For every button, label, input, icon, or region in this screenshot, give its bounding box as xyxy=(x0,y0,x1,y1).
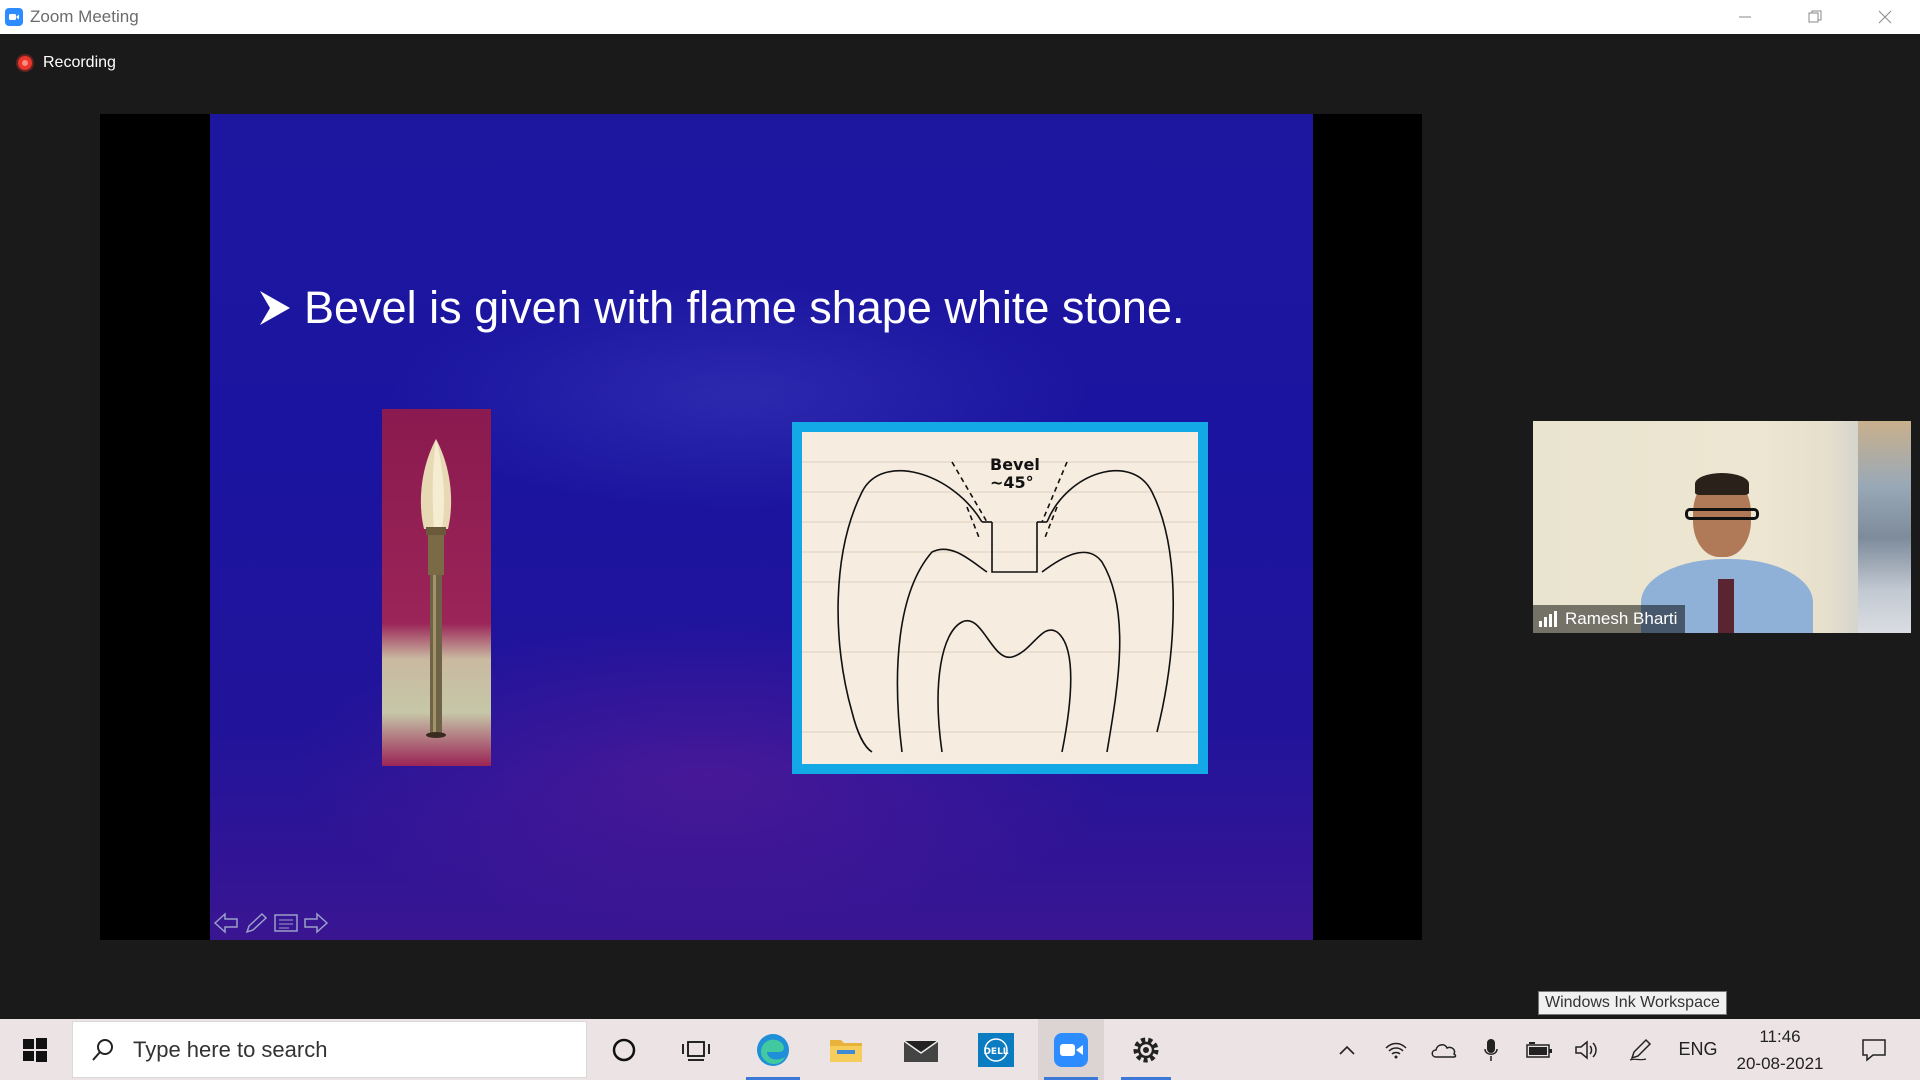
edge-icon[interactable] xyxy=(740,1019,806,1080)
task-view-icon[interactable] xyxy=(665,1019,727,1080)
search-placeholder: Type here to search xyxy=(133,1036,328,1062)
settings-icon[interactable] xyxy=(1115,1019,1177,1080)
taskbar-clock[interactable]: 11:46 20-08-2021 xyxy=(1725,1019,1835,1080)
dell-icon[interactable]: DELL xyxy=(965,1019,1027,1080)
person-glasses xyxy=(1685,508,1759,520)
microphone-icon[interactable] xyxy=(1476,1019,1506,1080)
zoom-icon xyxy=(5,8,23,26)
volume-icon[interactable] xyxy=(1570,1019,1604,1080)
tooth-diagram: Bevel ~45° xyxy=(802,432,1198,764)
next-slide-icon[interactable] xyxy=(302,910,330,936)
zoom-icon[interactable] xyxy=(1038,1019,1104,1080)
chevron-up-icon[interactable] xyxy=(1332,1019,1362,1080)
diagram-label-bevel: Bevel xyxy=(990,455,1040,474)
language-indicator[interactable]: ENG xyxy=(1670,1019,1726,1080)
windows-start-icon[interactable] xyxy=(0,1019,70,1080)
flame-stone-photo xyxy=(382,409,491,766)
slide-title: Bevel is given with flame shape white st… xyxy=(258,282,1184,334)
participant-name-tag: Ramesh Bharti xyxy=(1533,605,1686,633)
signal-strength-icon xyxy=(1539,611,1557,627)
mail-icon[interactable] xyxy=(890,1019,952,1080)
restore-button[interactable] xyxy=(1780,0,1850,34)
person-tie xyxy=(1718,579,1734,633)
language-label: ENG xyxy=(1678,1039,1718,1059)
cortana-icon[interactable] xyxy=(594,1019,654,1080)
recording-icon xyxy=(18,56,32,70)
wifi-icon[interactable] xyxy=(1380,1019,1412,1080)
file-explorer-icon[interactable] xyxy=(815,1019,877,1080)
minimize-button[interactable] xyxy=(1710,0,1780,34)
previous-slide-icon[interactable] xyxy=(212,910,240,936)
title-bar: Zoom Meeting xyxy=(0,0,1920,34)
close-button[interactable] xyxy=(1850,0,1920,34)
clock-date: 20-08-2021 xyxy=(1736,1053,1824,1073)
slide-navigation xyxy=(212,910,330,936)
notification-icon[interactable] xyxy=(1852,1019,1896,1080)
slide-menu-icon[interactable] xyxy=(272,910,300,936)
onedrive-icon[interactable] xyxy=(1428,1019,1460,1080)
person-hair xyxy=(1695,473,1749,495)
recording-label: Recording xyxy=(43,54,116,71)
pen-tool-icon[interactable] xyxy=(242,910,270,936)
pen-icon[interactable] xyxy=(1624,1019,1658,1080)
participant-name: Ramesh Bharti xyxy=(1565,609,1678,628)
taskbar: Type here to search DELL ENG 11:46 20-08… xyxy=(0,1019,1920,1080)
tooth-diagram-frame: Bevel ~45° xyxy=(792,422,1208,774)
clock-time: 11:46 xyxy=(1759,1026,1801,1046)
background-decor xyxy=(1858,421,1911,633)
screen-share: Bevel is given with flame shape white st… xyxy=(100,114,1422,940)
taskbar-search[interactable]: Type here to search xyxy=(72,1021,587,1078)
search-icon xyxy=(92,1038,113,1061)
bullet-arrow-icon xyxy=(260,291,290,325)
svg-text:DELL: DELL xyxy=(983,1047,1008,1057)
diagram-label-angle: ~45° xyxy=(990,473,1034,492)
recording-indicator[interactable]: Recording xyxy=(18,54,116,72)
participant-video[interactable]: Ramesh Bharti xyxy=(1533,421,1911,633)
presentation-slide: Bevel is given with flame shape white st… xyxy=(210,114,1313,940)
tooltip: Windows Ink Workspace xyxy=(1538,991,1727,1015)
slide-title-text: Bevel is given with flame shape white st… xyxy=(304,282,1185,333)
window-title: Zoom Meeting xyxy=(30,7,139,26)
battery-icon[interactable] xyxy=(1522,1019,1556,1080)
meeting-area: Recording Bevel is given with flame shap… xyxy=(0,34,1920,1019)
